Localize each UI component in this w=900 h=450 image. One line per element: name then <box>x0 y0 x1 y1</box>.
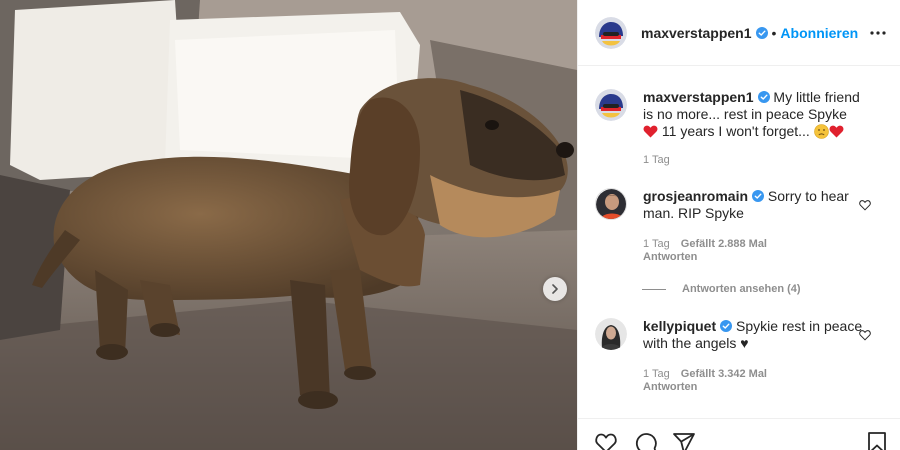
dachshund-photo <box>0 0 577 450</box>
comment-icon[interactable] <box>634 431 658 450</box>
next-photo-button[interactable] <box>543 277 567 301</box>
comment-body: kellypiquet Spykie rest in peace with th… <box>643 318 863 394</box>
caption-text-part-2: 11 years I won't forget... <box>658 123 814 139</box>
comment-item: grosjeanromain Sorry to hear man. RIP Sp… <box>595 188 885 264</box>
comment-text: kellypiquet Spykie rest in peace with th… <box>643 318 863 352</box>
caption-meta: 1 Tag <box>643 154 863 167</box>
comment-meta: 1 Tag Gefällt 3.342 Mal Antworten <box>643 368 863 394</box>
avatar[interactable] <box>595 16 627 49</box>
like-comment-heart-icon[interactable] <box>859 199 871 211</box>
bookmark-icon[interactable] <box>865 431 889 450</box>
post-photo[interactable] <box>0 0 577 450</box>
comment-body: grosjeanromain Sorry to hear man. RIP Sp… <box>643 188 863 264</box>
caption: maxverstappen1 My little friend is no mo… <box>595 89 885 167</box>
avatar[interactable] <box>595 318 627 350</box>
like-comment-heart-icon[interactable] <box>859 329 871 341</box>
verified-badge-icon <box>752 190 765 202</box>
avatar[interactable] <box>595 89 627 121</box>
red-heart-emoji-icon <box>643 125 658 138</box>
post-action-bar <box>578 418 900 450</box>
reply-button[interactable]: Antworten <box>643 381 697 393</box>
comment-item: kellypiquet Spykie rest in peace with th… <box>595 318 885 394</box>
caption-body: maxverstappen1 My little friend is no mo… <box>643 89 863 167</box>
comment-time[interactable]: 1 Tag <box>643 238 670 250</box>
comment-time[interactable]: 1 Tag <box>643 368 670 380</box>
comment-likes-count[interactable]: Gefällt 3.342 Mal <box>681 368 767 380</box>
paper-plane-icon[interactable] <box>672 431 696 450</box>
caption-text: maxverstappen1 My little friend is no mo… <box>643 89 863 140</box>
chevron-right-icon <box>552 284 558 294</box>
verified-badge-icon <box>755 26 768 39</box>
comment-likes-count[interactable]: Gefällt 2.888 Mal <box>681 238 767 250</box>
sad-face-emoji-icon <box>813 124 829 139</box>
avatar-image <box>595 16 627 49</box>
avatar-image <box>595 318 627 350</box>
post-author-username[interactable]: maxverstappen1 <box>641 25 752 41</box>
comment-username[interactable]: grosjeanromain <box>643 188 748 204</box>
view-replies-button[interactable]: Antworten ansehen (4) <box>642 283 801 295</box>
separator-dot: • <box>771 24 777 41</box>
view-replies-label: Antworten ansehen (4) <box>682 283 801 295</box>
verified-badge-icon <box>720 320 733 332</box>
caption-username[interactable]: maxverstappen1 <box>643 89 754 105</box>
comment-text: grosjeanromain Sorry to hear man. RIP Sp… <box>643 188 863 222</box>
avatar-image <box>596 189 626 219</box>
heart-icon[interactable] <box>594 431 618 450</box>
comment-username[interactable]: kellypiquet <box>643 318 716 334</box>
caption-time[interactable]: 1 Tag <box>643 154 670 166</box>
more-options-icon[interactable] <box>869 24 887 42</box>
follow-button[interactable]: Abonnieren <box>780 25 858 41</box>
avatar-image <box>595 89 627 121</box>
verified-badge-icon <box>757 91 770 103</box>
red-heart-emoji-icon <box>829 125 844 138</box>
replies-divider-line <box>642 288 666 290</box>
post-header: maxverstappen1 • Abonnieren <box>578 0 900 66</box>
reply-button[interactable]: Antworten <box>643 251 697 263</box>
post-details-panel: maxverstappen1 • Abonnieren maxverstappe… <box>577 0 900 450</box>
comment-meta: 1 Tag Gefällt 2.888 Mal Antworten <box>643 238 863 264</box>
avatar[interactable] <box>595 188 627 220</box>
